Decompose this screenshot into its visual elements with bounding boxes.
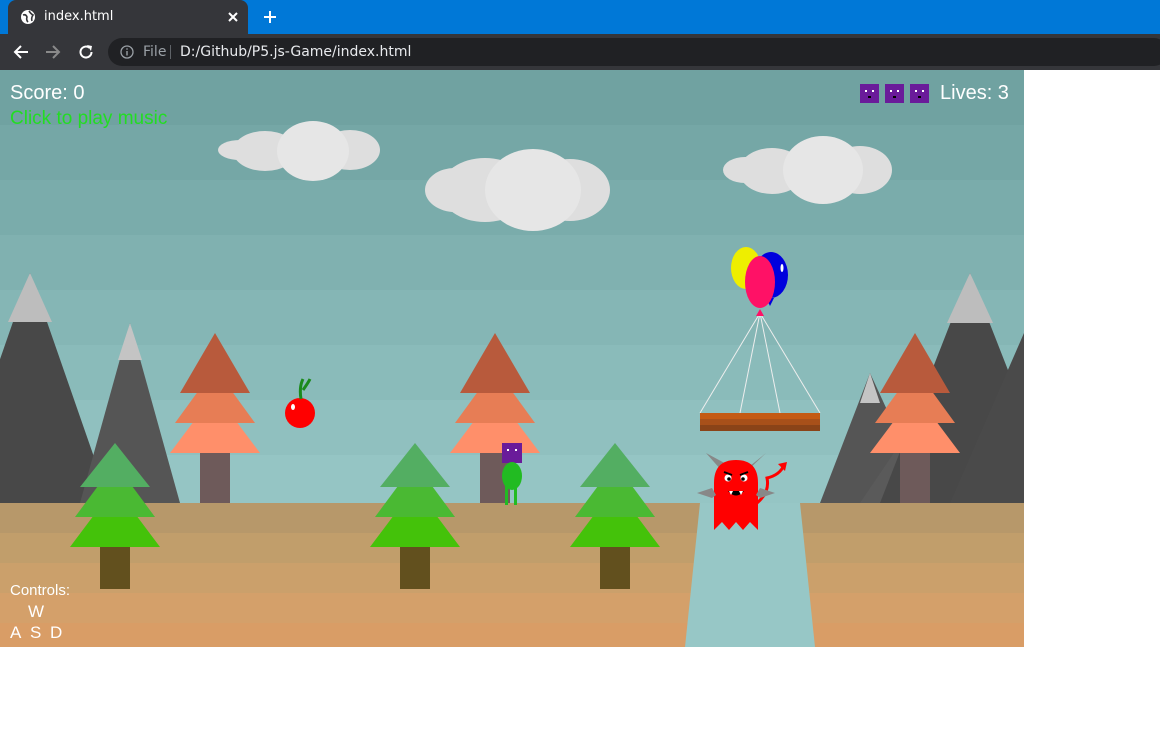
key-w: W — [28, 602, 45, 621]
life-icon — [860, 84, 879, 103]
controls-title: Controls: — [10, 582, 71, 599]
canyon — [685, 503, 815, 647]
url-text[interactable]: D:/Github/P5.js-Game/index.html — [180, 44, 411, 60]
music-prompt[interactable]: Click to play music — [10, 108, 167, 130]
plus-icon[interactable] — [262, 9, 278, 25]
browser-toolbar: File D:/Github/P5.js-Game/index.html — [0, 34, 1160, 70]
key-d: D — [50, 623, 63, 642]
key-s: S — [30, 623, 42, 642]
lives-display: Lives: 3 — [940, 82, 1009, 104]
close-icon[interactable] — [226, 10, 240, 24]
life-icon — [885, 84, 904, 103]
score-display: Score: 0 — [10, 82, 85, 104]
back-arrow-icon[interactable] — [12, 43, 30, 61]
reload-icon[interactable] — [77, 43, 95, 61]
tab-title: index.html — [44, 9, 114, 24]
info-icon[interactable] — [120, 45, 134, 59]
address-bar[interactable]: File D:/Github/P5.js-Game/index.html — [108, 38, 1160, 66]
forward-arrow-icon[interactable] — [44, 43, 62, 61]
address-divider — [170, 45, 171, 59]
browser-tab[interactable]: index.html — [8, 0, 248, 34]
globe-icon — [21, 10, 35, 24]
key-a: A — [10, 623, 22, 642]
tab-strip: index.html — [0, 0, 1160, 34]
life-icon — [910, 84, 929, 103]
scheme-label: File — [143, 44, 167, 60]
game-canvas[interactable]: Score: 0 Click to play music Lives: 3 Co… — [0, 70, 1024, 647]
game-scene — [0, 70, 1024, 647]
ground — [0, 503, 1024, 647]
